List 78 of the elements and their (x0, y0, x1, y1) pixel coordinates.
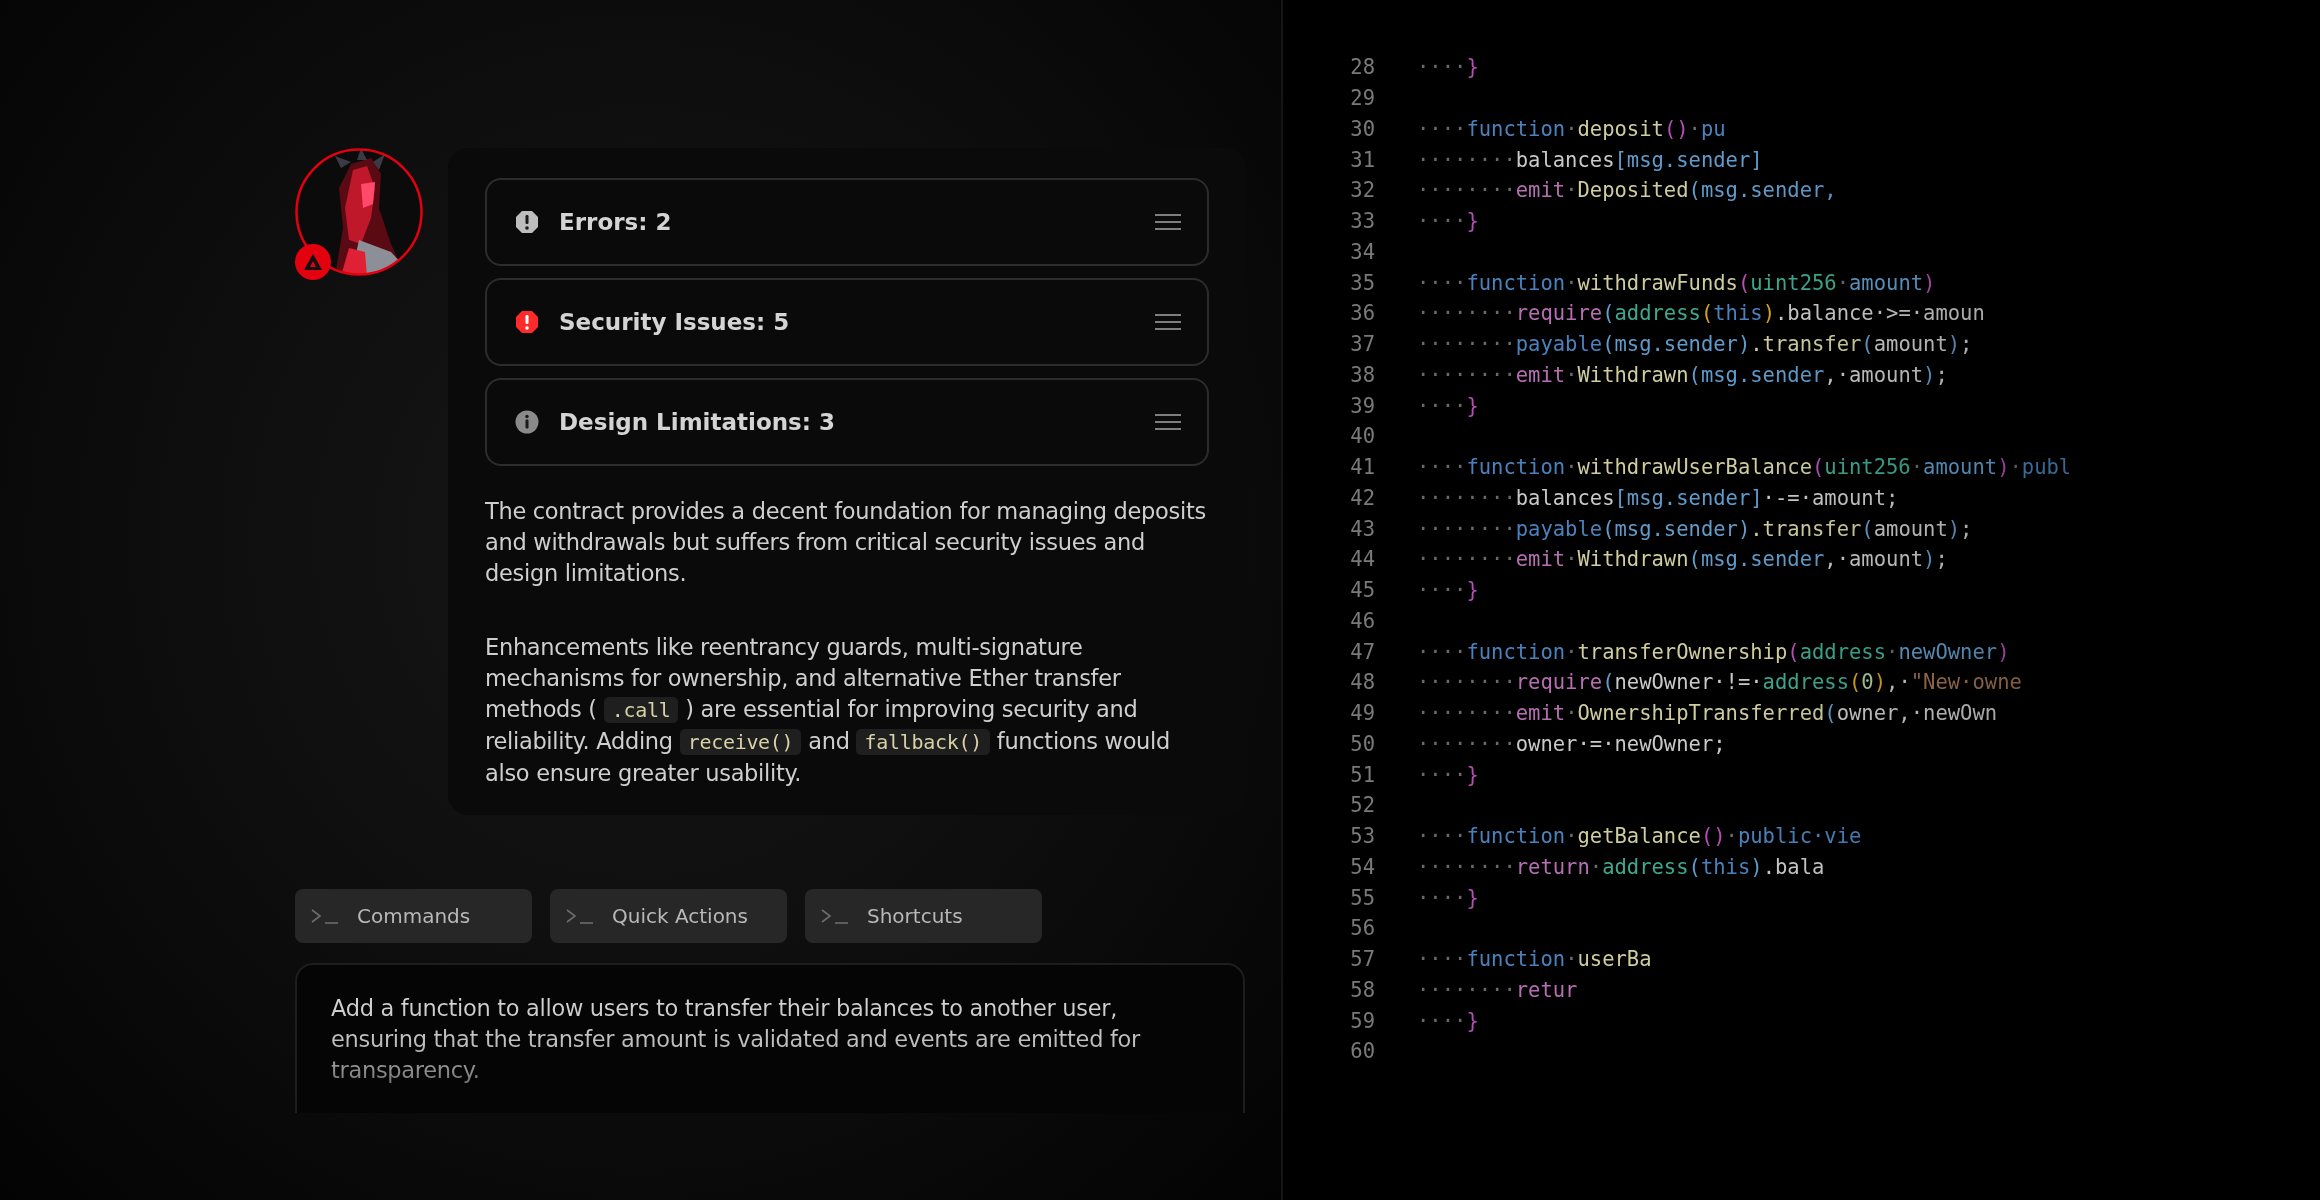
code-line: ····} (1417, 393, 1479, 418)
code-line: ····} (1417, 55, 1479, 80)
line-number: 47 (1349, 639, 1375, 664)
finding-row[interactable]: Security Issues: 5 (485, 278, 1209, 366)
terminal-icon (311, 908, 339, 924)
line-number: 52 (1349, 793, 1375, 818)
code-line: ········balances[msg.sender] (1417, 147, 1763, 172)
line-number: 33 (1349, 209, 1375, 234)
code-line: ····} (1417, 1008, 1479, 1033)
summary-paragraph: Enhancements like reentrancy guards, multi-signature mechanisms for ownership, and alternative Ether transfer methods ( .call ) are essential for improving security and reliability. Adding receive() and fallback() functions would also ensure greater usability. (485, 633, 1171, 788)
warning-badge (295, 244, 331, 280)
code-line: ····function·deposit()·pu (1417, 116, 1726, 141)
code-line: ········balances[msg.sender]·-=·amount; (1417, 485, 1899, 510)
finding-row[interactable]: Design Limitations: 3 (485, 378, 1209, 466)
line-number: 30 (1349, 116, 1375, 141)
code-line: ········owner·=·newOwner; (1417, 731, 1726, 756)
code-line: ········emit·OwnershipTransferred(owner,·newOwn (1417, 701, 1998, 726)
menu-icon[interactable] (1155, 314, 1181, 330)
line-number: 55 (1349, 885, 1375, 910)
line-number: 37 (1349, 332, 1375, 357)
code-line: ····} (1417, 762, 1479, 787)
code-line: ····function·transferOwnership(address·newOwner) (1417, 639, 2010, 664)
code-line: ····} (1417, 209, 1479, 234)
alert-icon (515, 310, 539, 334)
info-icon (515, 410, 539, 434)
line-number: 38 (1349, 362, 1375, 387)
finding-row[interactable]: Errors: 2 (485, 178, 1209, 266)
line-number: 35 (1349, 270, 1375, 295)
code-line: ····function·getBalance()·public·vie (1417, 824, 1862, 849)
line-number: 60 (1349, 1039, 1375, 1064)
line-number: 28 (1349, 55, 1375, 80)
code-line: ····} (1417, 885, 1479, 910)
code-line: ····function·withdrawFunds(uint256·amount) (1417, 270, 1936, 295)
alert-icon (515, 210, 539, 234)
line-number: 56 (1349, 916, 1375, 941)
line-number: 36 (1349, 301, 1375, 326)
summary-paragraph: The contract provides a decent foundation for managing deposits and withdrawals but suffers from critical security issues and design limitations. (485, 497, 1207, 588)
line-number: 51 (1349, 762, 1375, 787)
line-number: 43 (1349, 516, 1375, 541)
code-line: ····} (1417, 578, 1479, 603)
line-number: 57 (1349, 947, 1375, 972)
line-number: 34 (1349, 239, 1375, 264)
code-line: ········payable(msg.sender).transfer(amount); (1417, 332, 1973, 357)
code-line: ····function·withdrawUserBalance(uint256·amount)·publ (1417, 455, 2072, 480)
line-number: 41 (1349, 455, 1375, 480)
quick-button[interactable]: Shortcuts (805, 889, 1042, 943)
line-number: 59 (1349, 1008, 1375, 1033)
line-number: 50 (1349, 731, 1375, 756)
quick-button[interactable]: Commands (295, 889, 532, 943)
line-number: 58 (1349, 977, 1375, 1002)
code-line: ········emit·Withdrawn(msg.sender,·amount); (1417, 547, 1948, 572)
line-number: 53 (1349, 824, 1375, 849)
line-number: 29 (1349, 86, 1375, 111)
line-number: 45 (1349, 578, 1375, 603)
line-number: 42 (1349, 485, 1375, 510)
line-number: 44 (1349, 547, 1375, 572)
line-number: 54 (1349, 854, 1375, 879)
quick-button[interactable]: Quick Actions (550, 889, 787, 943)
menu-icon[interactable] (1155, 414, 1181, 430)
terminal-icon (566, 908, 594, 924)
terminal-icon (821, 908, 849, 924)
line-number: 48 (1349, 670, 1375, 695)
line-number: 39 (1349, 393, 1375, 418)
line-number: 40 (1349, 424, 1375, 449)
line-number: 32 (1349, 178, 1375, 203)
code-line: ········require(newOwner·!=·address(0),·"New·owne (1417, 670, 2022, 695)
code-line: ········payable(msg.sender).transfer(amount); (1417, 516, 1973, 541)
menu-icon[interactable] (1155, 214, 1181, 230)
line-number: 49 (1349, 701, 1375, 726)
code-line: ········emit·Deposited(msg.sender, (1417, 178, 1837, 203)
line-number: 46 (1349, 608, 1375, 633)
code-line: ····function·userBa (1417, 947, 1652, 972)
line-number: 31 (1349, 147, 1375, 172)
code-line: ········require(address(this).balance·>=·amoun (1417, 301, 1985, 326)
code-line: ········emit·Withdrawn(msg.sender,·amount); (1417, 362, 1948, 387)
prompt-field[interactable]: Add a function to allow users to transfer their balances to another user, ensuring that the transfer amount is validated and events are emitted for transparency. (295, 963, 1245, 1113)
code-line: ········return·address(this).bala (1417, 854, 1825, 879)
code-line: ········retur (1417, 977, 1578, 1002)
